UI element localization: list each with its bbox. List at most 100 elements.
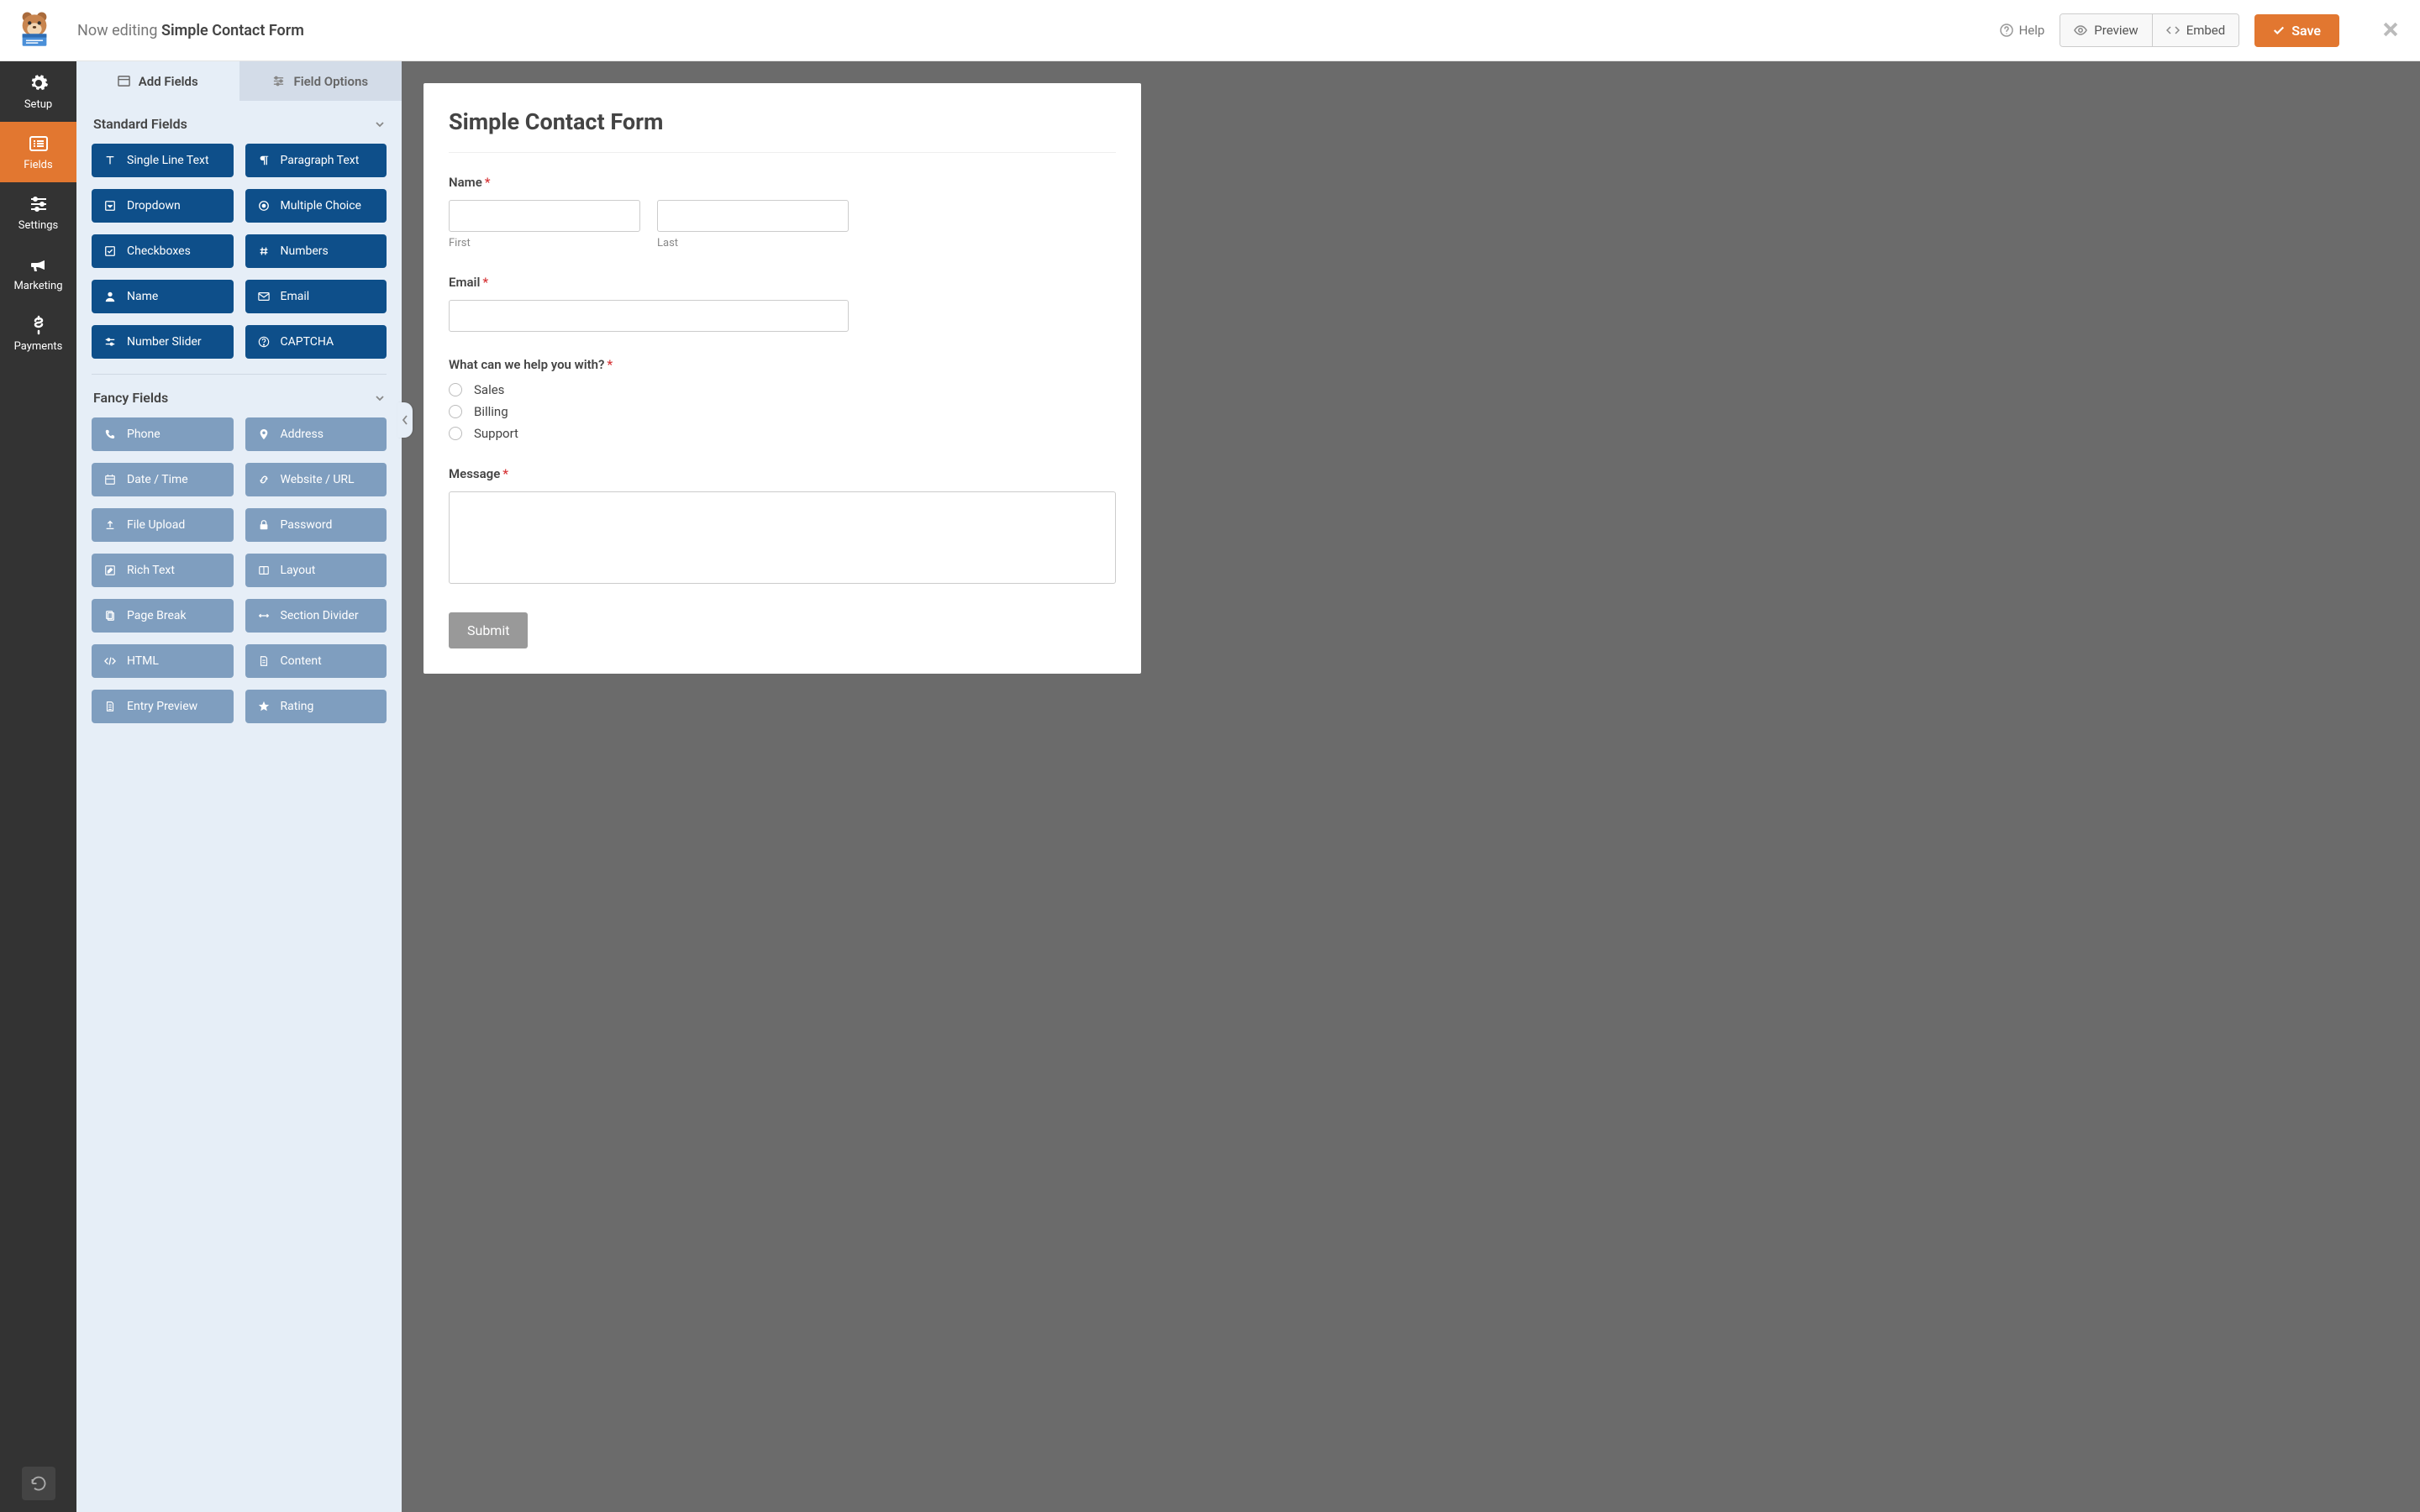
first-sublabel: First <box>449 237 640 249</box>
embed-button[interactable]: Embed <box>2153 14 2239 46</box>
field-type-button[interactable]: Password <box>245 508 387 542</box>
help-link[interactable]: Help <box>2000 23 2045 38</box>
sliders-icon <box>29 194 49 214</box>
chevron-down-icon <box>375 119 385 129</box>
field-type-button[interactable]: Email <box>245 280 387 313</box>
field-type-button[interactable]: Multiple Choice <box>245 189 387 223</box>
close-button[interactable] <box>2378 13 2403 48</box>
list-icon <box>29 134 49 154</box>
question-circle-icon <box>257 336 271 348</box>
email-input[interactable] <box>449 300 849 332</box>
field-type-button[interactable]: Name <box>92 280 234 313</box>
field-type-button[interactable]: CAPTCHA <box>245 325 387 359</box>
files-icon <box>103 610 117 622</box>
history-button[interactable] <box>22 1467 55 1500</box>
sliders-icon <box>272 75 285 87</box>
app-logo <box>12 8 57 53</box>
close-icon <box>2381 20 2400 39</box>
radio-label: Support <box>474 426 518 441</box>
field-type-button[interactable]: Single Line Text <box>92 144 234 177</box>
field-help-with[interactable]: What can we help you with?* SalesBilling… <box>449 357 1116 441</box>
field-type-label: Content <box>281 654 322 668</box>
field-type-label: Email <box>281 290 310 303</box>
window-icon <box>118 75 130 87</box>
field-type-button[interactable]: Dropdown <box>92 189 234 223</box>
preview-button[interactable]: Preview <box>2060 14 2152 46</box>
editing-title: Now editing Simple Contact Form <box>77 22 2000 39</box>
text-icon <box>103 155 117 166</box>
vertical-nav: SetupFieldsSettingsMarketing Payments <box>0 61 76 1512</box>
field-type-label: Date / Time <box>127 473 188 486</box>
field-type-label: Website / URL <box>281 473 355 486</box>
form-canvas: Simple Contact Form Name* First Last <box>402 61 2420 1512</box>
title-prefix: Now editing <box>77 22 157 39</box>
sliders-h-icon <box>103 336 117 348</box>
field-message[interactable]: Message* <box>449 466 1116 587</box>
check-square-icon <box>103 245 117 257</box>
vnav-item-fields[interactable]: Fields <box>0 122 76 182</box>
radio-option[interactable]: Billing <box>449 404 1116 419</box>
vnav-item-payments[interactable]: Payments <box>0 303 76 364</box>
save-button[interactable]: Save <box>2254 14 2339 47</box>
radio-option[interactable]: Sales <box>449 382 1116 397</box>
tab-add-fields[interactable]: Add Fields <box>76 61 239 101</box>
vnav-item-settings[interactable]: Settings <box>0 182 76 243</box>
field-type-button[interactable]: HTML <box>92 644 234 678</box>
field-type-button[interactable]: Number Slider <box>92 325 234 359</box>
eye-icon <box>2074 24 2087 37</box>
form-title: Simple Contact Form <box>449 108 1116 153</box>
required-asterisk: * <box>502 466 508 481</box>
hash-icon <box>257 245 271 257</box>
radio-option[interactable]: Support <box>449 426 1116 441</box>
history-icon <box>30 1475 47 1492</box>
field-email[interactable]: Email* <box>449 275 1116 332</box>
pencil-square-icon <box>103 564 117 576</box>
field-type-button[interactable]: Numbers <box>245 234 387 268</box>
first-name-input[interactable] <box>449 200 640 232</box>
last-sublabel: Last <box>657 237 849 249</box>
vnav-item-marketing[interactable]: Marketing <box>0 243 76 303</box>
field-type-button[interactable]: Section Divider <box>245 599 387 633</box>
lock-icon <box>257 519 271 531</box>
file-lines-icon <box>103 701 117 712</box>
arrows-h-icon <box>257 610 271 622</box>
field-type-button[interactable]: Entry Preview <box>92 690 234 723</box>
field-type-label: File Upload <box>127 518 185 532</box>
chevron-down-icon <box>375 393 385 403</box>
radio-label: Sales <box>474 382 504 397</box>
envelope-icon <box>257 291 271 302</box>
radio-icon <box>449 405 462 418</box>
field-type-button[interactable]: Rich Text <box>92 554 234 587</box>
vnav-label: Payments <box>14 340 63 353</box>
section-header[interactable]: Fancy Fields <box>92 374 387 417</box>
field-type-button[interactable]: Website / URL <box>245 463 387 496</box>
fields-panel: Add Fields Field Options Standard Fields… <box>76 61 402 1512</box>
field-type-button[interactable]: File Upload <box>92 508 234 542</box>
panel-collapse-handle[interactable] <box>397 402 413 438</box>
submit-button[interactable]: Submit <box>449 612 528 648</box>
field-type-button[interactable]: Paragraph Text <box>245 144 387 177</box>
required-asterisk: * <box>607 357 613 372</box>
bullhorn-icon <box>29 255 49 275</box>
field-type-label: Page Break <box>127 609 187 622</box>
columns-icon <box>257 564 271 576</box>
phone-icon <box>103 428 117 440</box>
section-header[interactable]: Standard Fields <box>92 101 387 144</box>
field-type-button[interactable]: Rating <box>245 690 387 723</box>
field-type-label: Rich Text <box>127 564 175 577</box>
field-type-button[interactable]: Content <box>245 644 387 678</box>
field-type-button[interactable]: Layout <box>245 554 387 587</box>
field-type-button[interactable]: Phone <box>92 417 234 451</box>
vnav-item-setup[interactable]: Setup <box>0 61 76 122</box>
field-type-button[interactable]: Address <box>245 417 387 451</box>
field-type-button[interactable]: Page Break <box>92 599 234 633</box>
field-type-label: Password <box>281 518 333 532</box>
tab-field-options[interactable]: Field Options <box>239 61 402 101</box>
field-type-button[interactable]: Checkboxes <box>92 234 234 268</box>
question-circle-icon <box>2000 24 2013 37</box>
field-type-button[interactable]: Date / Time <box>92 463 234 496</box>
message-textarea[interactable] <box>449 491 1116 584</box>
last-name-input[interactable] <box>657 200 849 232</box>
form-name: Simple Contact Form <box>161 22 304 39</box>
field-name[interactable]: Name* First Last <box>449 175 1116 249</box>
